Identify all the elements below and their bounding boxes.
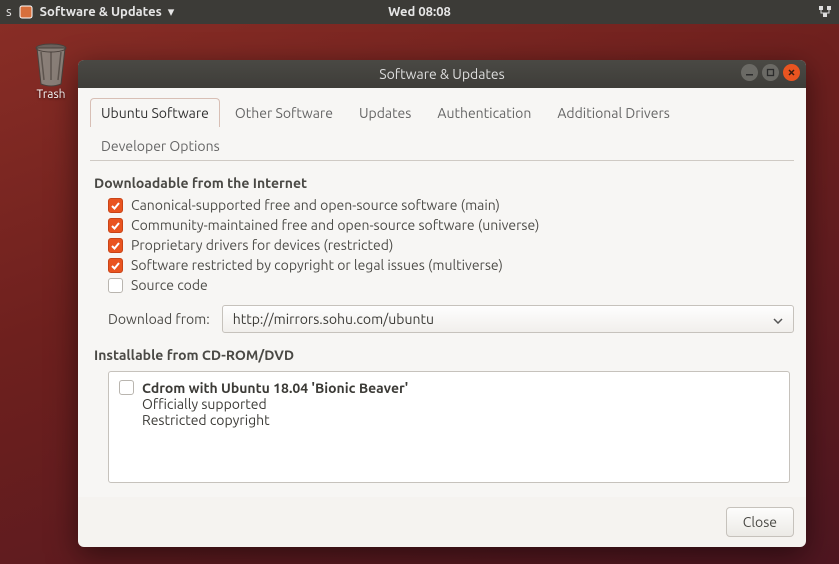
cdrom-list[interactable]: Cdrom with Ubuntu 18.04 'Bionic Beaver' … — [108, 371, 790, 483]
app-menu-title[interactable]: Software & Updates — [40, 5, 162, 19]
section-downloadable-title: Downloadable from the Internet — [94, 175, 794, 191]
window-title: Software & Updates — [379, 66, 504, 82]
check-universe[interactable]: Community-maintained free and open-sourc… — [108, 217, 794, 233]
check-multiverse[interactable]: Software restricted by copyright or lega… — [108, 257, 794, 273]
checkbox-icon[interactable] — [119, 380, 134, 395]
tab-additional-drivers[interactable]: Additional Drivers — [546, 98, 681, 127]
trash-desktop-icon[interactable]: Trash — [30, 40, 72, 101]
cdrom-title: Cdrom with Ubuntu 18.04 'Bionic Beaver' — [142, 380, 408, 396]
check-main[interactable]: Canonical-supported free and open-source… — [108, 197, 794, 213]
top-panel: s Software & Updates ▾ Wed 08:08 — [0, 0, 839, 24]
checkbox-icon[interactable] — [108, 278, 123, 293]
tab-bar: Ubuntu Software Other Software Updates A… — [90, 98, 794, 161]
cdrom-line2: Officially supported — [142, 396, 408, 412]
check-label: Proprietary drivers for devices (restric… — [131, 237, 393, 253]
download-from-dropdown[interactable]: http://mirrors.sohu.com/ubuntu — [222, 305, 794, 333]
checkbox-icon[interactable] — [108, 258, 123, 273]
check-source-code[interactable]: Source code — [108, 277, 794, 293]
close-window-button[interactable] — [783, 64, 800, 81]
software-updates-window: Software & Updates Ubuntu Software Other… — [78, 60, 806, 547]
cdrom-item[interactable]: Cdrom with Ubuntu 18.04 'Bionic Beaver' … — [119, 380, 779, 428]
menu-arrow-icon[interactable]: ▾ — [168, 5, 175, 20]
dropdown-value: http://mirrors.sohu.com/ubuntu — [233, 311, 434, 327]
check-label: Source code — [131, 277, 208, 293]
tab-ubuntu-software[interactable]: Ubuntu Software — [90, 98, 220, 127]
tab-developer-options[interactable]: Developer Options — [90, 131, 231, 160]
clock[interactable]: Wed 08:08 — [388, 5, 451, 19]
check-restricted[interactable]: Proprietary drivers for devices (restric… — [108, 237, 794, 253]
download-from-label: Download from: — [108, 311, 210, 327]
network-icon[interactable] — [817, 4, 833, 20]
trash-icon — [30, 40, 72, 88]
section-cdrom-title: Installable from CD-ROM/DVD — [94, 347, 794, 363]
chevron-down-icon — [773, 311, 783, 327]
minimize-button[interactable] — [741, 64, 758, 81]
check-label: Canonical-supported free and open-source… — [131, 197, 500, 213]
window-titlebar[interactable]: Software & Updates — [78, 60, 806, 88]
maximize-button[interactable] — [762, 64, 779, 81]
close-button[interactable]: Close — [726, 507, 794, 537]
checkbox-icon[interactable] — [108, 198, 123, 213]
check-label: Community-maintained free and open-sourc… — [131, 217, 539, 233]
activities-label[interactable]: s — [6, 5, 12, 19]
tab-authentication[interactable]: Authentication — [426, 98, 542, 127]
check-label: Software restricted by copyright or lega… — [131, 257, 503, 273]
trash-label: Trash — [36, 88, 65, 101]
checkbox-icon[interactable] — [108, 238, 123, 253]
tab-other-software[interactable]: Other Software — [224, 98, 344, 127]
app-icon — [18, 4, 34, 20]
checkbox-icon[interactable] — [108, 218, 123, 233]
tab-updates[interactable]: Updates — [348, 98, 422, 127]
cdrom-line3: Restricted copyright — [142, 412, 408, 428]
